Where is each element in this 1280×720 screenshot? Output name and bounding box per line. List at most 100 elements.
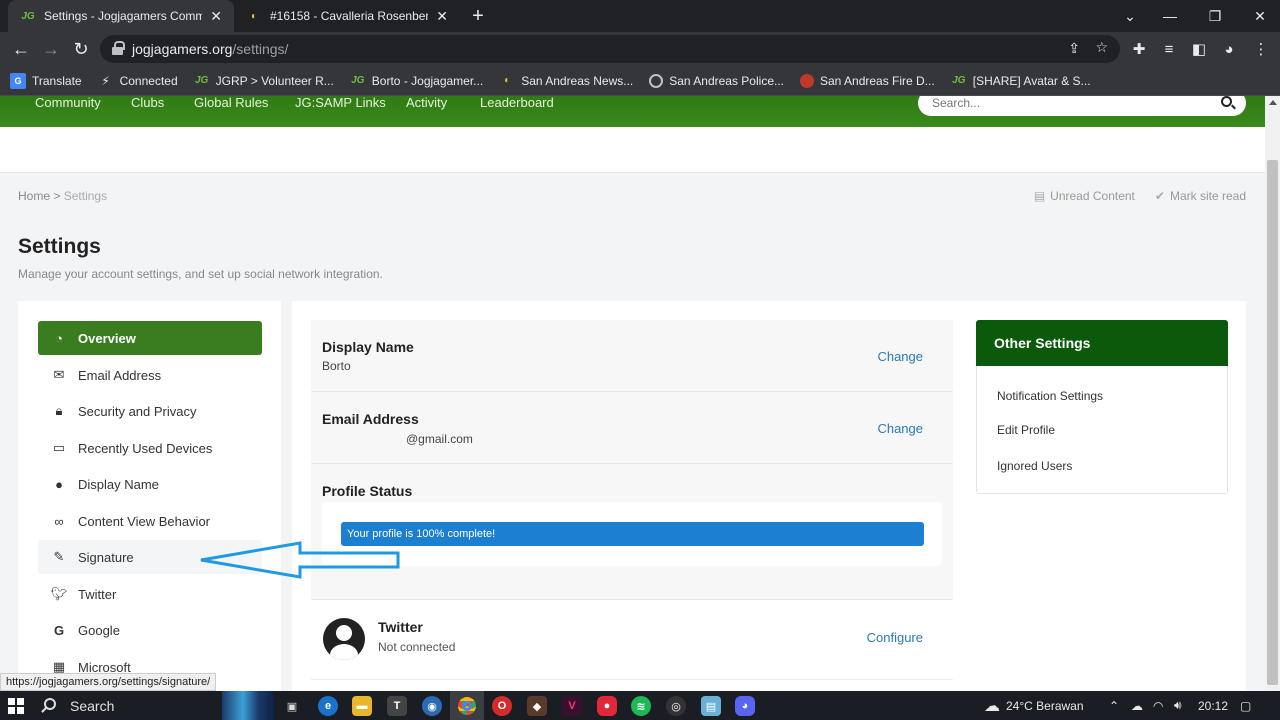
- close-icon[interactable]: ✕: [436, 8, 448, 25]
- mark-site-read-label: Mark site read: [1169, 189, 1246, 203]
- more-menu-icon[interactable]: ⋮: [1250, 38, 1272, 60]
- weather-widget[interactable]: ☁ 24°C Berawan: [984, 691, 1084, 720]
- valorant-icon[interactable]: V: [562, 696, 582, 716]
- app-blue-icon[interactable]: ◉: [422, 696, 442, 716]
- bookmarks-bar: G Translate ⚡ Connected JG JGRP > Volunteer…: [0, 66, 1280, 96]
- opera-icon[interactable]: O: [492, 696, 512, 716]
- sidebar-item-overview[interactable]: ◔ Overview: [38, 321, 262, 355]
- profile-status-title: Profile Status: [322, 483, 413, 499]
- scrollbar-thumb[interactable]: [1267, 160, 1278, 685]
- app-red-icon[interactable]: ●: [597, 696, 617, 716]
- sidebar-item-label: Recently Used Devices: [78, 440, 213, 456]
- jg-logo-icon: JG: [194, 75, 209, 86]
- forward-button[interactable]: →: [38, 36, 64, 62]
- other-settings-box: Other Settings Notification Settings Edi…: [976, 320, 1228, 494]
- ignored-users-link[interactable]: Ignored Users: [997, 459, 1072, 473]
- discord-icon[interactable]: ◕: [735, 696, 755, 716]
- notification-icon[interactable]: ▢: [1240, 691, 1251, 720]
- file-explorer-icon[interactable]: ▬: [352, 696, 372, 716]
- bookmark-sa-police[interactable]: San Andreas Police...: [649, 73, 784, 88]
- nav-link-community[interactable]: Community: [35, 96, 101, 110]
- side-panel-icon[interactable]: ◧: [1188, 38, 1210, 60]
- bookmark-jgrp-volunteer[interactable]: JG JGRP > Volunteer R...: [194, 73, 334, 89]
- pencil-icon: ✎: [53, 549, 65, 564]
- media-controls-icon[interactable]: ≡: [1158, 38, 1180, 60]
- browser-tab-cavalleria[interactable]: ◐ #16158 - Cavalleria Rosenberg - ✕: [234, 0, 460, 32]
- breadcrumb-current: Settings: [63, 189, 108, 203]
- twitter-title: Twitter: [378, 619, 423, 635]
- display-name-row: Display Name Borto Change: [311, 320, 953, 392]
- wifi-icon[interactable]: ◠: [1153, 691, 1163, 720]
- page-subtitle: Manage your account settings, and set up…: [18, 267, 383, 281]
- sidebar-item-twitter[interactable]: 🐦︎ Twitter: [38, 577, 262, 611]
- change-display-name-link[interactable]: Change: [877, 349, 923, 364]
- change-email-link[interactable]: Change: [877, 421, 923, 436]
- close-icon[interactable]: ✕: [210, 8, 222, 25]
- search-icon[interactable]: [1221, 96, 1232, 107]
- bookmark-sa-fire[interactable]: San Andreas Fire D...: [800, 73, 935, 88]
- chevron-down-icon[interactable]: ⌄: [1110, 0, 1150, 32]
- back-button[interactable]: ←: [8, 36, 34, 62]
- volume-icon[interactable]: 🔊︎: [1174, 691, 1182, 720]
- reload-button[interactable]: ↻: [68, 36, 94, 62]
- lock-icon: [112, 41, 125, 55]
- bookmark-borto[interactable]: JG Borto - Jogjagamer...: [350, 73, 483, 89]
- mark-site-read-link[interactable]: ✔ Mark site read: [1155, 189, 1246, 203]
- page-scrollbar[interactable]: [1265, 96, 1280, 691]
- nav-link-jgsamp-links[interactable]: JG:SAMP Links: [295, 96, 386, 110]
- search-placeholder: Search...: [932, 96, 981, 110]
- profile-progress-bar: Your profile is 100% complete!: [341, 522, 924, 546]
- notification-settings-link[interactable]: Notification Settings: [997, 389, 1103, 403]
- bookmark-connected[interactable]: ⚡ Connected: [98, 73, 177, 89]
- clock[interactable]: 20:12: [1198, 691, 1228, 720]
- sidebar-item-security-and-privacy[interactable]: 🔒︎ Security and Privacy: [38, 394, 262, 428]
- nav-link-clubs[interactable]: Clubs: [131, 96, 164, 110]
- close-window-button[interactable]: ✕: [1240, 0, 1280, 32]
- sidebar-item-label: Content View Behavior: [78, 513, 211, 529]
- nav-link-activity[interactable]: Activity: [406, 96, 447, 110]
- minimize-button[interactable]: —: [1150, 0, 1190, 32]
- nav-link-leaderboard[interactable]: Leaderboard: [480, 96, 554, 110]
- extensions-icon[interactable]: ✚: [1128, 38, 1150, 60]
- onedrive-icon[interactable]: ☁: [1131, 691, 1143, 720]
- bookmark-sa-news[interactable]: ◐ San Andreas News...: [499, 73, 633, 89]
- web-page: Community Clubs Global Rules JG:SAMP Lin…: [0, 96, 1265, 691]
- sidebar-item-display-name[interactable]: ● Display Name: [38, 467, 262, 501]
- settings-main: Display Name Borto Change Email Address …: [292, 301, 1246, 691]
- bookmark-label: San Andreas Fire D...: [820, 73, 935, 88]
- new-tab-button[interactable]: +: [466, 4, 490, 28]
- nav-link-global-rules[interactable]: Global Rules: [194, 96, 268, 110]
- unread-content-link[interactable]: ▤ Unread Content: [1034, 189, 1135, 203]
- windows-start-icon[interactable]: [8, 698, 24, 714]
- app-t-icon[interactable]: T: [387, 696, 407, 716]
- task-view-icon[interactable]: ▣: [282, 696, 302, 716]
- edge-icon[interactable]: e: [318, 696, 338, 716]
- share-icon[interactable]: ⇪: [1068, 40, 1080, 57]
- sidebar-item-google[interactable]: G Google: [38, 613, 262, 647]
- bookmark-label: [SHARE] Avatar & S...: [972, 73, 1091, 88]
- bookmark-translate[interactable]: G Translate: [10, 72, 82, 89]
- sidebar-item-content-view-behavior[interactable]: ∞ Content View Behavior: [38, 504, 262, 538]
- tray-chevron-icon[interactable]: ⌃: [1109, 691, 1119, 720]
- profile-avatar-icon[interactable]: ◕: [1218, 38, 1240, 60]
- scroll-up-icon[interactable]: [1269, 100, 1277, 105]
- spotify-icon[interactable]: ≋: [631, 696, 651, 716]
- edit-profile-link[interactable]: Edit Profile: [997, 423, 1055, 437]
- header-band: [0, 127, 1265, 173]
- twitter-configure-link[interactable]: Configure: [867, 630, 923, 645]
- site-search-input[interactable]: Search...: [918, 96, 1246, 116]
- breadcrumb-home[interactable]: Home: [18, 189, 50, 203]
- address-bar[interactable]: jogjagamers.org/settings/ ⇪ ☆: [100, 35, 1120, 63]
- taskbar-search[interactable]: Search: [36, 691, 222, 720]
- bookmark-star-icon[interactable]: ☆: [1095, 39, 1108, 56]
- sidebar-item-email-address[interactable]: ✉ Email Address: [38, 358, 262, 392]
- steam-icon[interactable]: ◎: [666, 696, 686, 716]
- chrome-taskbar-icon[interactable]: [450, 691, 484, 720]
- browser-tab-settings[interactable]: JG Settings - Jogjagamers Communi ✕: [8, 0, 234, 32]
- maximize-button[interactable]: ❐: [1195, 0, 1235, 32]
- bookmark-share-avatar[interactable]: JG [SHARE] Avatar & S...: [951, 73, 1091, 89]
- cloud-icon: ☁: [984, 697, 1000, 715]
- app-notes-icon[interactable]: ▤: [701, 696, 721, 716]
- sidebar-item-recently-used-devices[interactable]: ▭ Recently Used Devices: [38, 431, 262, 465]
- app-game-icon[interactable]: ◆: [527, 696, 547, 716]
